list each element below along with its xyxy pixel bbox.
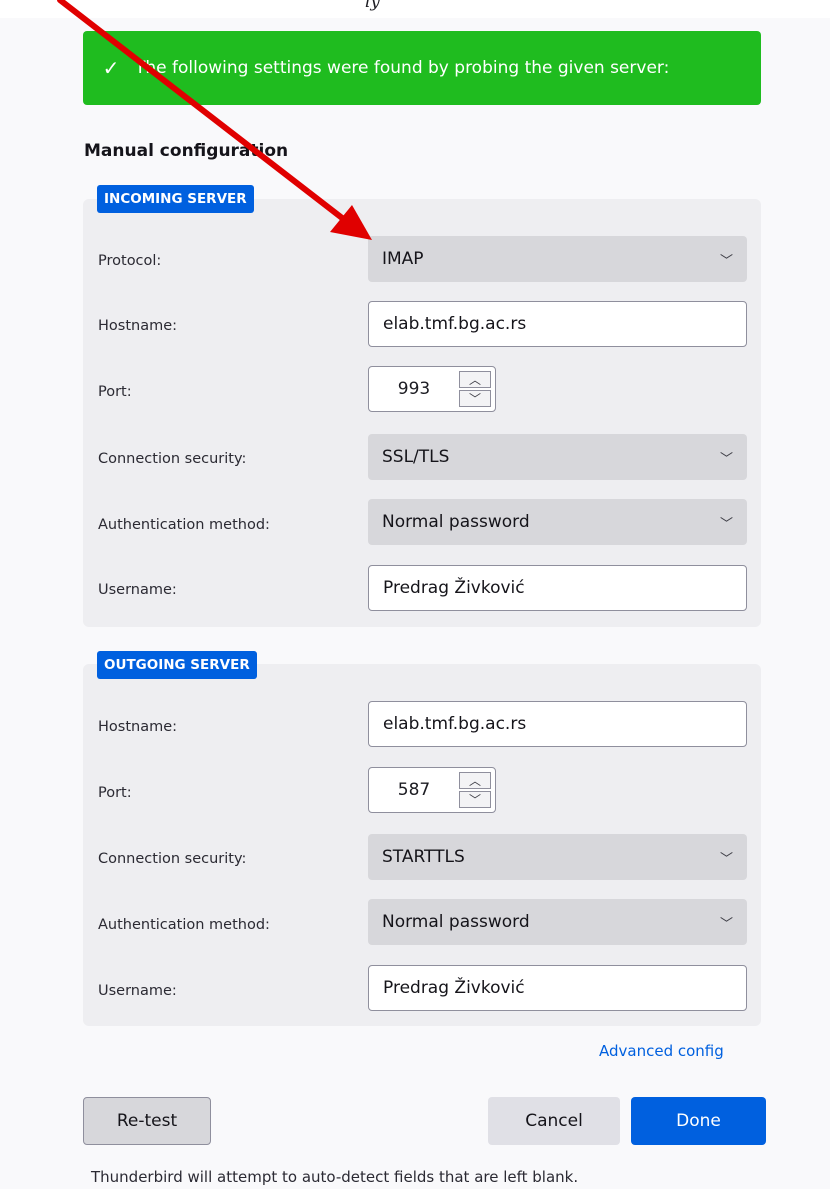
chevron-down-icon: ﹀ xyxy=(719,916,733,932)
chevron-up-icon[interactable]: ︿ xyxy=(459,772,491,789)
outgoing-auth-select[interactable]: Normal password ﹀ xyxy=(368,899,747,945)
chevron-down-icon: ﹀ xyxy=(719,253,733,269)
outgoing-hostname-input[interactable]: elab.tmf.bg.ac.rs xyxy=(368,701,747,747)
incoming-server-badge: INCOMING SERVER xyxy=(97,185,254,213)
chevron-down-icon: ﹀ xyxy=(719,516,733,532)
protocol-value: IMAP xyxy=(382,249,424,269)
outgoing-hostname-value: elab.tmf.bg.ac.rs xyxy=(383,714,527,734)
outgoing-server-badge: OUTGOING SERVER xyxy=(97,651,257,679)
incoming-security-select[interactable]: SSL/TLS ﹀ xyxy=(368,434,747,480)
outgoing-username-input[interactable]: Predrag Živković xyxy=(368,965,747,1011)
outgoing-security-value: STARTTLS xyxy=(382,847,465,867)
outgoing-security-label: Connection security: xyxy=(98,851,247,867)
check-icon: ✓ xyxy=(102,56,120,80)
protocol-label: Protocol: xyxy=(98,253,162,269)
incoming-auth-select[interactable]: Normal password ﹀ xyxy=(368,499,747,545)
section-title: Manual configuration xyxy=(84,141,289,161)
auto-detect-footnote: Thunderbird will attempt to auto-detect … xyxy=(91,1168,579,1186)
chevron-down-icon[interactable]: ﹀ xyxy=(459,791,491,808)
outgoing-port-spinner: ︿ ﹀ xyxy=(459,772,491,808)
probe-success-notice: ✓ The following settings were found by p… xyxy=(83,31,761,105)
incoming-port-value: 993 xyxy=(397,379,431,399)
incoming-username-value: Predrag Živković xyxy=(383,578,525,598)
outgoing-port-value: 587 xyxy=(397,780,431,800)
outgoing-port-input[interactable]: 587 ︿ ﹀ xyxy=(368,767,496,813)
chevron-up-icon[interactable]: ︿ xyxy=(459,371,491,388)
incoming-port-spinner: ︿ ﹀ xyxy=(459,371,491,407)
cropped-heading-text: ly xyxy=(365,0,381,12)
outgoing-auth-label: Authentication method: xyxy=(98,917,270,933)
outgoing-security-select[interactable]: STARTTLS ﹀ xyxy=(368,834,747,880)
incoming-hostname-value: elab.tmf.bg.ac.rs xyxy=(383,314,527,334)
incoming-username-label: Username: xyxy=(98,582,177,598)
outgoing-username-label: Username: xyxy=(98,983,177,999)
protocol-select[interactable]: IMAP ﹀ xyxy=(368,236,747,282)
chevron-down-icon[interactable]: ﹀ xyxy=(459,390,491,407)
incoming-port-label: Port: xyxy=(98,384,132,400)
incoming-hostname-input[interactable]: elab.tmf.bg.ac.rs xyxy=(368,301,747,347)
top-strip: ly xyxy=(0,0,830,18)
retest-button[interactable]: Re-test xyxy=(83,1097,211,1145)
outgoing-username-value: Predrag Živković xyxy=(383,978,525,998)
incoming-auth-label: Authentication method: xyxy=(98,517,270,533)
chevron-down-icon: ﹀ xyxy=(719,451,733,467)
incoming-hostname-label: Hostname: xyxy=(98,318,178,334)
incoming-username-input[interactable]: Predrag Živković xyxy=(368,565,747,611)
advanced-config-link[interactable]: Advanced config xyxy=(599,1042,724,1060)
outgoing-port-label: Port: xyxy=(98,785,132,801)
done-button[interactable]: Done xyxy=(631,1097,766,1145)
incoming-security-label: Connection security: xyxy=(98,451,247,467)
cancel-button[interactable]: Cancel xyxy=(488,1097,620,1145)
outgoing-auth-value: Normal password xyxy=(382,912,530,932)
incoming-port-input[interactable]: 993 ︿ ﹀ xyxy=(368,366,496,412)
incoming-security-value: SSL/TLS xyxy=(382,447,450,467)
outgoing-hostname-label: Hostname: xyxy=(98,719,178,735)
chevron-down-icon: ﹀ xyxy=(719,851,733,867)
notice-text: The following settings were found by pro… xyxy=(135,58,670,78)
incoming-auth-value: Normal password xyxy=(382,512,530,532)
